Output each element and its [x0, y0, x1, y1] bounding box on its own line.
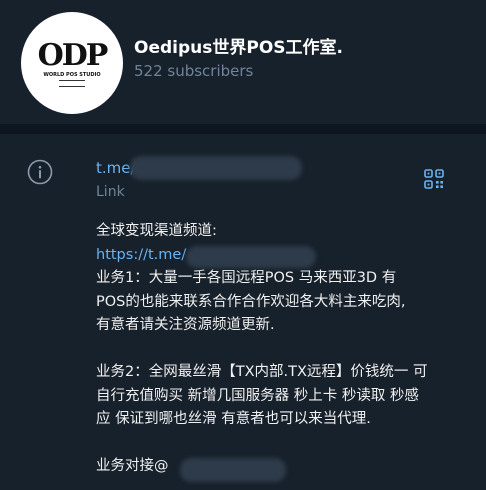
description-line: 自行充值购买 新增几国服务器 秒上卡 秒读取 秒感 [96, 387, 419, 404]
description-line: 有意者请关注资源频道更新. [96, 317, 275, 333]
redacted-contact-blur [180, 458, 286, 482]
channel-link-caption: Link [96, 184, 125, 200]
subscriber-count: 522 subscribers [134, 62, 254, 80]
redacted-link-blur [130, 156, 302, 180]
description-line: 业务2：全网最丝滑【TX内部.TX远程】价钱统一 可 [96, 364, 428, 380]
redacted-url-blur [186, 246, 316, 268]
description-line: 业务1：大量一手各国远程POS 马来西亚3D 有 [96, 270, 397, 286]
section-divider [0, 124, 486, 134]
description-line: 全球变现渠道频道: [96, 223, 217, 239]
channel-header: ODP WORLD POS STUDIO Oedipus世界POS工作室. 52… [0, 0, 486, 124]
description-line: 应 保证到哪也丝滑 有意者也可以来当代理. [96, 411, 371, 427]
description-line: POS的也能来联系合作合作欢迎各大料主来吃肉, [96, 293, 406, 310]
info-circle-icon [27, 159, 53, 185]
channel-avatar[interactable]: ODP WORLD POS STUDIO [21, 12, 123, 114]
channel-title: Oedipus世界POS工作室. [134, 38, 343, 58]
description-link[interactable]: https://t.me/ [96, 247, 186, 263]
avatar-logo-letters: ODP [37, 38, 109, 73]
channel-info-panel: t.me/ Link 全球变现渠道频道: https://t.me/ 业务1：大… [0, 134, 486, 490]
avatar-logo-subtext: WORLD POS STUDIO [43, 72, 101, 78]
qr-code-icon[interactable] [424, 169, 444, 189]
avatar-logo-lines [59, 80, 85, 87]
